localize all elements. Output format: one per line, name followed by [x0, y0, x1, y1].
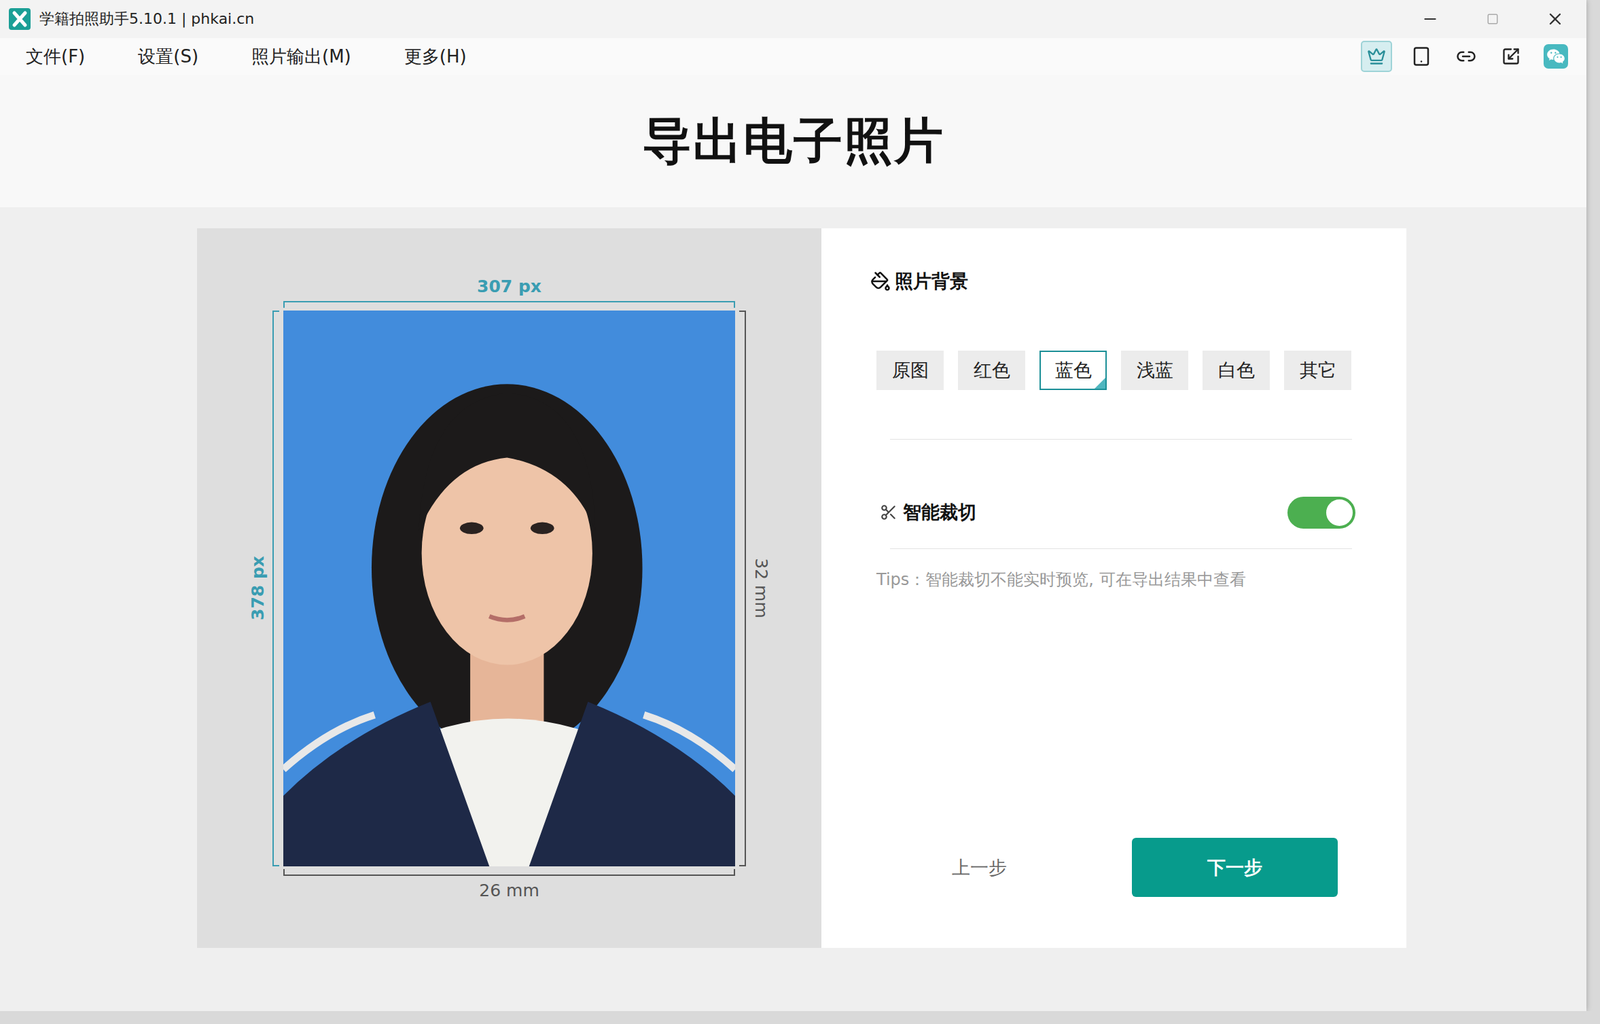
- preview-panel: 307 px 378 px 32 mm 26 mm: [197, 228, 822, 948]
- height-mm-line: [739, 310, 746, 867]
- divider: [890, 438, 1353, 440]
- height-mm-label: 32 mm: [745, 310, 776, 867]
- background-option[interactable]: 蓝色: [1039, 350, 1107, 390]
- maximize-button[interactable]: [1461, 0, 1524, 39]
- menu-item[interactable]: 设置(S): [137, 44, 199, 69]
- height-px-line: [272, 310, 280, 867]
- width-px-label: 307 px: [283, 271, 736, 301]
- background-option[interactable]: 红色: [957, 350, 1026, 390]
- background-option[interactable]: 其它: [1284, 350, 1352, 390]
- next-button[interactable]: 下一步: [1131, 837, 1338, 897]
- background-option[interactable]: 浅蓝: [1121, 350, 1189, 390]
- resize-icon: [1501, 46, 1521, 66]
- height-px-label: 378 px: [242, 310, 273, 867]
- tip-text: Tips：智能裁切不能实时预览, 可在导出结果中查看: [876, 567, 1407, 592]
- content: 307 px 378 px 32 mm 26 mm 照片背景原图红色蓝色浅蓝白色其它智能…: [0, 207, 1587, 1011]
- scissors-icon: [879, 503, 898, 522]
- toolbar-button[interactable]: [1450, 40, 1482, 73]
- smart-crop-switch[interactable]: [1287, 496, 1356, 529]
- close-button[interactable]: [1523, 0, 1587, 39]
- menu-bar: 文件(F) 设置(S) 照片输出(M) 更多(H): [0, 38, 1587, 75]
- nav-buttons: 上一步下一步: [876, 837, 1407, 897]
- minimize-icon: [1421, 10, 1439, 28]
- settings-panel: 照片背景原图红色蓝色浅蓝白色其它智能裁切 Tips：智能裁切不能实时预览, 可在导…: [821, 228, 1407, 948]
- smart-crop-label: 智能裁切: [879, 500, 977, 525]
- width-px-line: [283, 300, 736, 308]
- wechat-icon: [1543, 44, 1569, 69]
- tablet-icon: [1411, 46, 1432, 67]
- toolbar-button[interactable]: [1540, 40, 1572, 73]
- toolbar-button[interactable]: [1405, 40, 1437, 73]
- background-option[interactable]: 白色: [1202, 350, 1270, 390]
- menu-item[interactable]: 更多(H): [404, 44, 467, 69]
- menu-item[interactable]: 文件(F): [25, 44, 85, 69]
- app-window: 学籍拍照助手5.10.1 | phkai.cn 文件(F) 设置(S) 照片输出(M)…: [0, 0, 1587, 1011]
- minimize-button[interactable]: [1398, 0, 1462, 39]
- switch-knob: [1326, 499, 1353, 526]
- smart-crop-row: 智能裁切: [879, 491, 1356, 533]
- prev-button[interactable]: 上一步: [876, 837, 1083, 897]
- paint-bucket-icon: [870, 271, 891, 292]
- crown-icon: [1366, 46, 1386, 66]
- toolbar-button[interactable]: [1495, 40, 1527, 73]
- width-mm-label: 26 mm: [283, 875, 736, 905]
- background-options: 原图红色蓝色浅蓝白色其它: [876, 350, 1407, 390]
- close-icon: [1545, 9, 1565, 29]
- width-mm-line: [283, 868, 736, 876]
- menu-item[interactable]: 照片输出(M): [251, 44, 352, 69]
- maximize-icon: [1486, 12, 1499, 26]
- divider: [890, 548, 1353, 549]
- export-card: 307 px 378 px 32 mm 26 mm 照片背景原图红色蓝色浅蓝白色其它智能…: [197, 228, 1407, 948]
- toolbar: [1360, 40, 1572, 73]
- toolbar-button[interactable]: [1360, 40, 1393, 73]
- background-option[interactable]: 原图: [876, 350, 944, 390]
- photo-preview: [283, 310, 736, 867]
- page-title: 导出电子照片: [642, 108, 945, 174]
- title-bar: 学籍拍照助手5.10.1 | phkai.cn: [0, 0, 1587, 39]
- page-header: 导出电子照片: [0, 74, 1587, 208]
- window-title: 学籍拍照助手5.10.1 | phkai.cn: [39, 8, 1399, 30]
- preview-frame: 307 px 378 px 32 mm 26 mm: [242, 271, 776, 905]
- background-title: 照片背景: [870, 267, 1407, 295]
- link-icon: [1455, 46, 1477, 67]
- app-logo-icon: [8, 7, 32, 31]
